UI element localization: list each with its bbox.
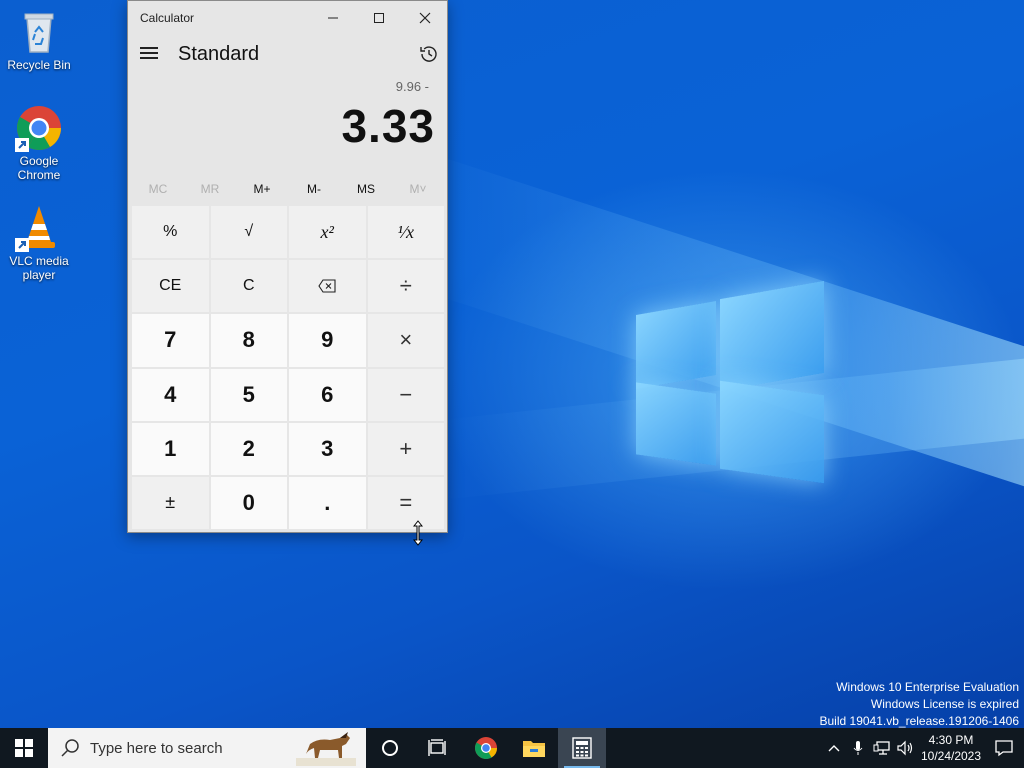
backspace-button[interactable] xyxy=(289,260,366,313)
maximize-button[interactable] xyxy=(356,1,402,35)
network-icon xyxy=(873,741,890,755)
memory-add-button[interactable]: M+ xyxy=(236,179,288,199)
memory-subtract-button[interactable]: M- xyxy=(288,179,340,199)
taskbar-file-explorer-button[interactable] xyxy=(510,728,558,768)
memory-clear-button[interactable]: MC xyxy=(132,179,184,199)
chrome-icon xyxy=(15,104,63,152)
digit-6-button[interactable]: 6 xyxy=(289,368,366,421)
calculator-window: Calculator Standard 9.96 - 3.33 MC MR M+… xyxy=(127,0,448,533)
result-display: 3.33 xyxy=(341,100,435,152)
memory-store-button[interactable]: MS xyxy=(340,179,392,199)
watermark-edition: Windows 10 Enterprise Evaluation xyxy=(836,680,1019,694)
cortana-button[interactable] xyxy=(366,728,414,768)
action-center-button[interactable] xyxy=(984,728,1024,768)
recycle-bin-icon xyxy=(15,8,63,56)
microphone-button[interactable] xyxy=(846,728,870,768)
digit-5-button[interactable]: 5 xyxy=(210,368,287,421)
folder-icon xyxy=(523,741,545,757)
notification-icon xyxy=(995,740,1013,757)
divide-button[interactable]: ÷ xyxy=(367,260,444,313)
clock-time: 4:30 PM xyxy=(928,733,974,747)
taskbar: Type here to search 4:30 PM 10/24/2023 xyxy=(0,728,1024,768)
memory-list-button[interactable]: M˅ xyxy=(392,179,444,199)
reciprocal-button[interactable]: ¹⁄x xyxy=(367,206,444,259)
desktop-icon-label: Recycle Bin xyxy=(7,58,71,72)
digit-1-button[interactable]: 1 xyxy=(132,422,209,475)
close-button[interactable] xyxy=(402,1,448,35)
taskbar-chrome-button[interactable] xyxy=(462,728,510,768)
digit-4-button[interactable]: 4 xyxy=(132,368,209,421)
calculator-icon xyxy=(572,737,592,759)
maximize-icon xyxy=(374,13,384,23)
plus-button[interactable]: + xyxy=(367,422,444,475)
clear-entry-button[interactable]: CE xyxy=(132,260,209,313)
digit-7-button[interactable]: 7 xyxy=(132,314,209,367)
digit-0-button[interactable]: 0 xyxy=(210,476,287,529)
desktop-icon-chrome[interactable]: Google Chrome xyxy=(4,104,74,182)
memory-row: MC MR M+ M- MS M˅ xyxy=(132,179,444,199)
show-hidden-icons-button[interactable] xyxy=(822,728,846,768)
chevron-up-icon xyxy=(828,745,840,752)
mode-title: Standard xyxy=(178,43,260,65)
taskbar-search-box[interactable]: Type here to search xyxy=(48,728,366,768)
memory-recall-button[interactable]: MR xyxy=(184,179,236,199)
square-root-button[interactable]: √ xyxy=(210,206,287,259)
digit-2-button[interactable]: 2 xyxy=(210,422,287,475)
minimize-button[interactable] xyxy=(310,1,356,35)
vlc-icon xyxy=(15,204,63,252)
hamburger-menu-icon[interactable] xyxy=(140,45,158,61)
window-title: Calculator xyxy=(140,11,195,25)
chrome-icon xyxy=(475,737,497,759)
search-icon xyxy=(61,739,79,757)
system-tray: 4:30 PM 10/24/2023 xyxy=(822,728,1024,768)
percent-button[interactable]: % xyxy=(132,206,209,259)
task-view-button[interactable] xyxy=(414,728,462,768)
digit-3-button[interactable]: 3 xyxy=(289,422,366,475)
search-placeholder: Type here to search xyxy=(90,739,223,757)
desktop-icon-label: Google Chrome xyxy=(17,154,61,182)
speaker-icon xyxy=(897,740,913,756)
volume-button[interactable] xyxy=(894,728,918,768)
resize-cursor-icon xyxy=(413,520,423,546)
windows-watermark: Windows 10 Enterprise Evaluation Windows… xyxy=(820,679,1020,730)
clear-button[interactable]: C xyxy=(210,260,287,313)
search-highlight-horse-icon xyxy=(296,732,356,766)
digit-9-button[interactable]: 9 xyxy=(289,314,366,367)
equals-button[interactable]: = xyxy=(367,476,444,529)
watermark-license: Windows License is expired xyxy=(870,697,1019,711)
windows-logo-wallpaper xyxy=(636,280,824,484)
keypad: % √ x² ¹⁄x CE C ÷ 7 8 9 × 4 5 6 − 1 2 3 … xyxy=(132,206,444,529)
expression-display: 9.96 - xyxy=(395,79,429,94)
calculator-header: Standard xyxy=(128,35,447,75)
taskbar-calculator-button[interactable] xyxy=(558,728,606,768)
square-button[interactable]: x² xyxy=(289,206,366,259)
title-bar[interactable]: Calculator xyxy=(128,1,447,35)
multiply-button[interactable]: × xyxy=(367,314,444,367)
microphone-icon xyxy=(853,741,863,755)
minus-button[interactable]: − xyxy=(367,368,444,421)
digit-8-button[interactable]: 8 xyxy=(210,314,287,367)
negate-button[interactable]: ± xyxy=(132,476,209,529)
cortana-icon xyxy=(382,740,398,756)
backspace-icon xyxy=(318,279,336,293)
history-icon[interactable] xyxy=(418,43,440,65)
desktop-icon-label: VLC media player xyxy=(9,254,69,282)
start-button[interactable] xyxy=(0,728,48,768)
minimize-icon xyxy=(328,17,338,19)
clock-date: 10/24/2023 xyxy=(920,749,982,763)
close-icon xyxy=(419,12,431,24)
taskbar-clock[interactable]: 4:30 PM 10/24/2023 xyxy=(918,732,984,764)
decimal-button[interactable]: . xyxy=(289,476,366,529)
desktop-icon-recycle-bin[interactable]: Recycle Bin xyxy=(4,8,74,72)
task-view-icon xyxy=(428,739,446,756)
windows-start-icon xyxy=(15,739,33,757)
network-button[interactable] xyxy=(870,728,894,768)
desktop-icon-vlc[interactable]: VLC media player xyxy=(4,204,74,282)
